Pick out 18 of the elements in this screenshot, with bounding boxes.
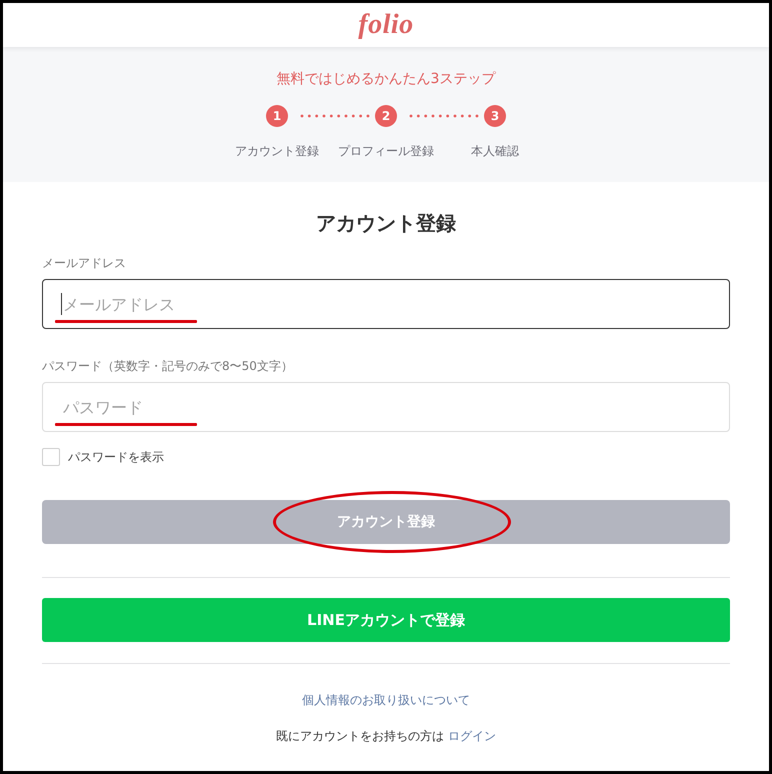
field-label: メールアドレス [42, 255, 126, 271]
step-number: 3 [484, 105, 506, 127]
login-link[interactable]: ログイン [448, 729, 496, 743]
checkbox[interactable] [42, 448, 60, 466]
logo: folio [358, 9, 414, 41]
step-number: 1 [266, 105, 288, 127]
privacy-link[interactable]: 個人情報のお取り扱いについて [302, 692, 470, 708]
step-number: 2 [375, 105, 397, 127]
step-label: アカウント登録 [235, 143, 319, 159]
show-password-label: パスワードを表示 [68, 449, 164, 465]
field-label: パスワード（英数字・記号のみで8〜50文字） [42, 358, 293, 374]
password-field[interactable]: パスワード [42, 382, 730, 432]
steps-title: 無料ではじめるかんたん3ステップ [276, 70, 496, 89]
step-label: プロフィール登録 [338, 143, 434, 159]
form-title: アカウント登録 [316, 210, 456, 237]
step-label: 本人確認 [471, 143, 519, 159]
email-field[interactable]: メールアドレス [42, 279, 730, 329]
login-prompt: 既にアカウントをお持ちの方は ログイン [276, 728, 496, 744]
